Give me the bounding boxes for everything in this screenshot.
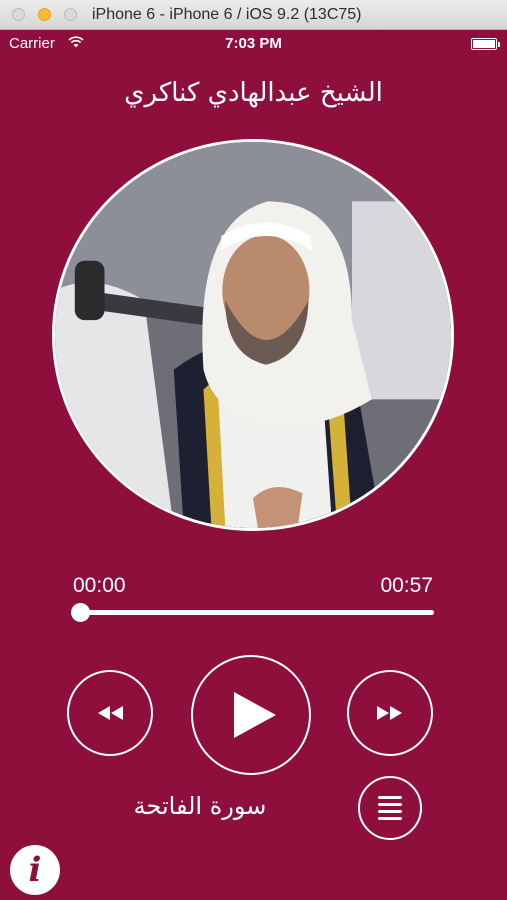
rewind-button[interactable] — [67, 670, 153, 756]
window-minimize-button[interactable] — [38, 8, 51, 21]
reciter-photo — [55, 142, 451, 528]
surah-name: سورة الفاتحة — [133, 792, 267, 820]
play-button[interactable] — [191, 655, 311, 775]
total-duration: 00:57 — [380, 574, 433, 597]
info-icon: i — [28, 850, 42, 890]
window-close-button[interactable] — [12, 8, 25, 21]
fast-forward-icon — [377, 706, 402, 720]
window-zoom-button[interactable] — [64, 8, 77, 21]
rewind-icon — [98, 706, 123, 720]
progress-track[interactable] — [80, 610, 434, 615]
battery-icon — [471, 38, 500, 50]
progress-thumb[interactable] — [70, 603, 90, 622]
list-icon — [378, 796, 402, 820]
play-icon — [234, 692, 276, 738]
reciter-name: الشيخ عبدالهادي كناكري — [124, 78, 383, 108]
playlist-button[interactable] — [358, 776, 422, 840]
simulator-title-bar: iPhone 6 - iPhone 6 / iOS 9.2 (13C75) — [0, 0, 507, 30]
current-time: 00:00 — [73, 574, 126, 597]
reciter-artwork — [52, 139, 454, 531]
status-time: 7:03 PM — [225, 35, 282, 52]
fast-forward-button[interactable] — [347, 670, 433, 756]
info-button[interactable]: i — [10, 845, 60, 895]
window-title: iPhone 6 - iPhone 6 / iOS 9.2 (13C75) — [92, 6, 362, 23]
ios-status-bar: Carrier 7:03 PM — [0, 30, 507, 56]
